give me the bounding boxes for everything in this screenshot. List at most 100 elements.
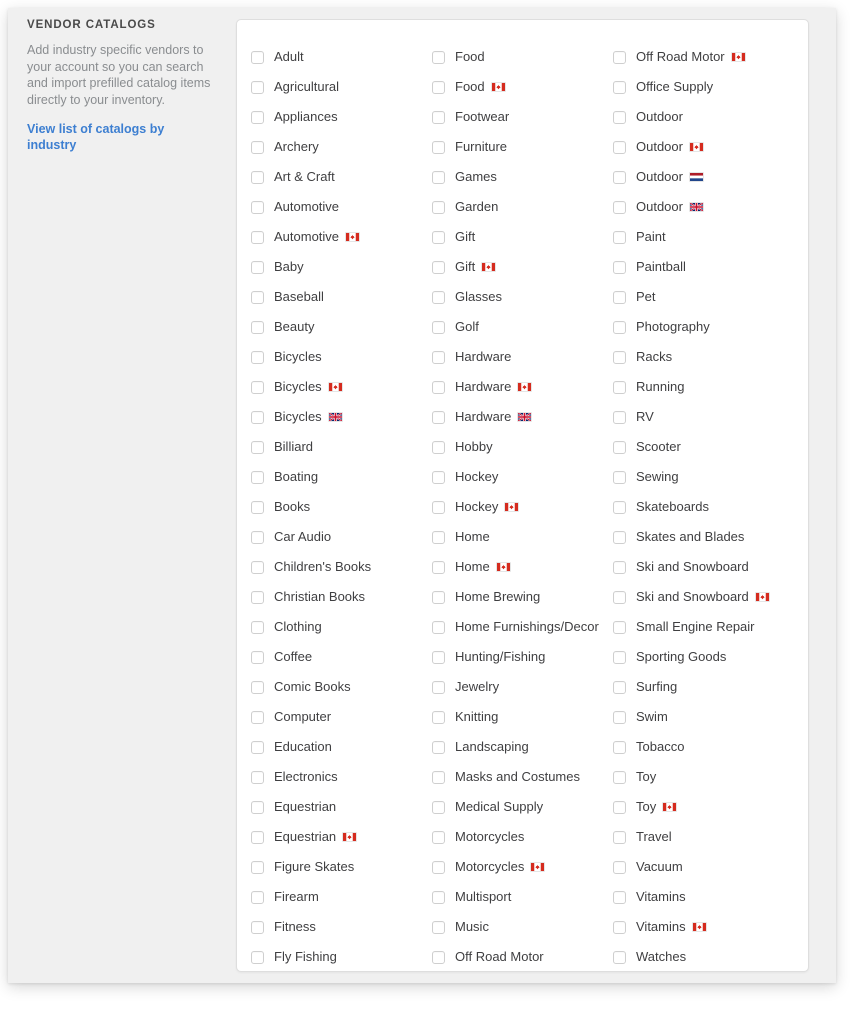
catalog-option[interactable]: Hardware (432, 402, 613, 432)
catalog-option[interactable]: Computer (251, 702, 432, 732)
catalog-option[interactable]: Bicycles (251, 372, 432, 402)
catalog-checkbox[interactable] (432, 50, 445, 64)
catalog-checkbox[interactable] (432, 830, 445, 844)
catalog-option[interactable]: Golf (432, 312, 613, 342)
catalog-option[interactable]: RV (613, 402, 794, 432)
catalog-option[interactable]: Surfing (613, 672, 794, 702)
catalog-checkbox[interactable] (251, 800, 264, 814)
catalog-option[interactable]: Swim (613, 702, 794, 732)
catalog-checkbox[interactable] (432, 140, 445, 154)
catalog-checkbox[interactable] (432, 650, 445, 664)
catalog-checkbox[interactable] (613, 890, 626, 904)
catalog-checkbox[interactable] (251, 950, 264, 964)
catalog-checkbox[interactable] (432, 860, 445, 874)
catalog-option[interactable]: Outdoor (613, 102, 794, 132)
catalog-option[interactable]: Skates and Blades (613, 522, 794, 552)
catalog-option[interactable]: Toy (613, 792, 794, 822)
catalog-option[interactable]: Outdoor (613, 162, 794, 192)
catalog-option[interactable]: Hunting/Fishing (432, 642, 613, 672)
catalog-checkbox[interactable] (613, 590, 626, 604)
catalog-option[interactable]: Gift (432, 252, 613, 282)
catalog-checkbox[interactable] (251, 590, 264, 604)
catalog-checkbox[interactable] (613, 230, 626, 244)
catalog-checkbox[interactable] (613, 800, 626, 814)
catalog-option[interactable]: Equestrian (251, 792, 432, 822)
catalog-checkbox[interactable] (251, 440, 264, 454)
catalog-checkbox[interactable] (613, 950, 626, 964)
catalog-checkbox[interactable] (251, 350, 264, 364)
catalog-checkbox[interactable] (432, 200, 445, 214)
catalog-option[interactable]: Photography (613, 312, 794, 342)
catalog-option[interactable]: Masks and Costumes (432, 762, 613, 792)
catalog-option[interactable]: Home (432, 552, 613, 582)
catalog-option[interactable]: Sporting Goods (613, 642, 794, 672)
catalog-checkbox[interactable] (432, 440, 445, 454)
catalog-checkbox[interactable] (432, 170, 445, 184)
catalog-checkbox[interactable] (251, 410, 264, 424)
catalog-checkbox[interactable] (251, 860, 264, 874)
catalog-checkbox[interactable] (251, 230, 264, 244)
catalog-option[interactable]: Small Engine Repair (613, 612, 794, 642)
catalog-option[interactable]: Baby (251, 252, 432, 282)
catalog-checkbox[interactable] (432, 290, 445, 304)
catalog-option[interactable]: Scooter (613, 432, 794, 462)
catalog-option[interactable]: Archery (251, 132, 432, 162)
catalog-checkbox[interactable] (251, 470, 264, 484)
catalog-option[interactable]: Skateboards (613, 492, 794, 522)
catalog-option[interactable]: Food (432, 72, 613, 102)
catalog-option[interactable]: Hobby (432, 432, 613, 462)
catalog-checkbox[interactable] (432, 110, 445, 124)
catalog-checkbox[interactable] (432, 380, 445, 394)
catalog-option[interactable]: Firearm (251, 882, 432, 912)
catalog-option[interactable]: Outdoor (613, 132, 794, 162)
catalog-checkbox[interactable] (613, 860, 626, 874)
catalog-option[interactable]: Comic Books (251, 672, 432, 702)
catalog-option[interactable]: Hockey (432, 462, 613, 492)
catalog-checkbox[interactable] (251, 740, 264, 754)
catalog-checkbox[interactable] (613, 140, 626, 154)
catalog-option[interactable]: Outdoor (613, 192, 794, 222)
catalog-checkbox[interactable] (251, 560, 264, 574)
catalog-option[interactable]: Off Road Motor (432, 942, 613, 972)
catalog-checkbox[interactable] (251, 890, 264, 904)
catalog-checkbox[interactable] (432, 260, 445, 274)
view-catalogs-by-industry-link[interactable]: View list of catalogs by industry (27, 121, 214, 153)
catalog-checkbox[interactable] (251, 50, 264, 64)
catalog-checkbox[interactable] (613, 380, 626, 394)
catalog-checkbox[interactable] (251, 530, 264, 544)
catalog-option[interactable]: Car Audio (251, 522, 432, 552)
catalog-option[interactable]: Electronics (251, 762, 432, 792)
catalog-option[interactable]: Paintball (613, 252, 794, 282)
catalog-option[interactable]: Education (251, 732, 432, 762)
catalog-option[interactable]: Motorcycles (432, 852, 613, 882)
catalog-checkbox[interactable] (251, 200, 264, 214)
catalog-checkbox[interactable] (432, 620, 445, 634)
catalog-checkbox[interactable] (613, 200, 626, 214)
catalog-checkbox[interactable] (251, 770, 264, 784)
catalog-checkbox[interactable] (613, 710, 626, 724)
catalog-checkbox[interactable] (251, 80, 264, 94)
catalog-option[interactable]: Boating (251, 462, 432, 492)
catalog-checkbox[interactable] (613, 530, 626, 544)
catalog-option[interactable]: Automotive (251, 222, 432, 252)
catalog-option[interactable]: Equestrian (251, 822, 432, 852)
catalog-option[interactable]: Ski and Snowboard (613, 552, 794, 582)
catalog-option[interactable]: Motorcycles (432, 822, 613, 852)
catalog-checkbox[interactable] (432, 500, 445, 514)
catalog-option[interactable]: Home Furnishings/Decor (432, 612, 613, 642)
catalog-option[interactable]: Christian Books (251, 582, 432, 612)
catalog-checkbox[interactable] (613, 920, 626, 934)
catalog-option[interactable]: Home Brewing (432, 582, 613, 612)
catalog-checkbox[interactable] (432, 680, 445, 694)
catalog-checkbox[interactable] (613, 740, 626, 754)
catalog-option[interactable]: Hardware (432, 342, 613, 372)
catalog-option[interactable]: Automotive (251, 192, 432, 222)
catalog-checkbox[interactable] (613, 50, 626, 64)
catalog-checkbox[interactable] (613, 320, 626, 334)
catalog-checkbox[interactable] (613, 170, 626, 184)
catalog-option[interactable]: Beauty (251, 312, 432, 342)
catalog-option[interactable]: Games (432, 162, 613, 192)
catalog-option[interactable]: Fly Fishing (251, 942, 432, 972)
catalog-checkbox[interactable] (432, 560, 445, 574)
catalog-option[interactable]: Toy (613, 762, 794, 792)
